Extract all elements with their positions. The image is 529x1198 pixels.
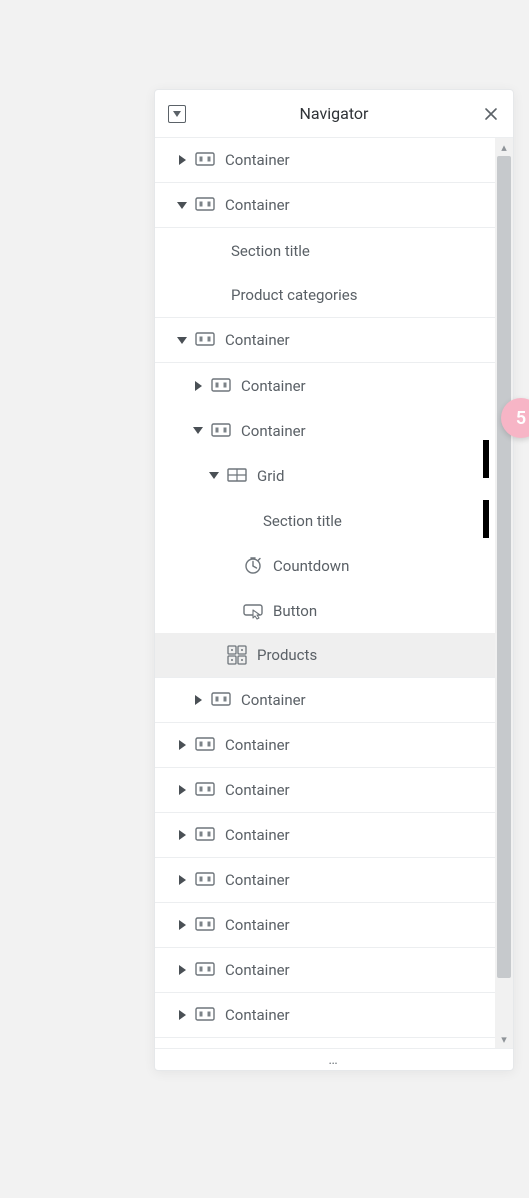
countdown-icon: [241, 556, 265, 576]
tree-row-label: Section title: [231, 242, 310, 260]
tree-row-label: Button: [273, 602, 317, 620]
tree-row[interactable]: Product categories: [155, 273, 495, 318]
scroll-up-arrow[interactable]: ▴: [495, 138, 513, 156]
tree-row-label: Container: [225, 151, 290, 169]
tree-row[interactable]: Container: [155, 903, 495, 948]
toggle-right-icon[interactable]: [173, 1010, 191, 1020]
container-icon: [193, 780, 217, 800]
toggle-down-icon[interactable]: [205, 471, 223, 480]
scroll-down-arrow[interactable]: ▾: [495, 1030, 513, 1048]
tree-row-label: Container: [241, 691, 306, 709]
tree-row[interactable]: Container: [155, 408, 495, 453]
container-icon: [193, 915, 217, 935]
tree-row-label: Product categories: [231, 286, 357, 304]
toggle-down-icon[interactable]: [173, 336, 191, 345]
tree-row-label: Container: [225, 961, 290, 979]
toggle-right-icon[interactable]: [173, 920, 191, 930]
close-button[interactable]: [469, 107, 513, 121]
close-icon: [484, 107, 498, 121]
toggle-right-icon[interactable]: [189, 381, 207, 391]
tree-row[interactable]: Countdown: [155, 543, 495, 588]
tree-row[interactable]: Section title: [155, 228, 495, 273]
navigator-header: Navigator: [155, 90, 513, 138]
tree-row-label: Products: [257, 646, 317, 664]
scroll-thumb-track[interactable]: [495, 156, 513, 1030]
scrollbar[interactable]: ▴ ▾: [495, 138, 513, 1048]
tree-row[interactable]: Grid: [155, 453, 495, 498]
edge-marker: [483, 500, 489, 538]
container-icon: [193, 1005, 217, 1025]
tree-row[interactable]: Section title: [155, 498, 495, 543]
expand-all-button[interactable]: [155, 105, 199, 123]
tree-row-label: Section title: [263, 512, 342, 530]
tree-row-label: Container: [225, 736, 290, 754]
tree-row[interactable]: Container: [155, 723, 495, 768]
tree-row-label: Container: [225, 331, 290, 349]
tree-row-label: Container: [225, 871, 290, 889]
tree-row-label: Container: [241, 377, 306, 395]
panel-title: Navigator: [199, 104, 469, 123]
tree-row[interactable]: Container: [155, 318, 495, 363]
toggle-right-icon[interactable]: [173, 965, 191, 975]
tree-row-label: Container: [225, 826, 290, 844]
toggle-down-icon[interactable]: [189, 426, 207, 435]
tree-row[interactable]: Products: [155, 633, 495, 678]
toggle-down-icon[interactable]: [173, 201, 191, 210]
tree-row[interactable]: Container: [155, 948, 495, 993]
tree-row[interactable]: Container: [155, 678, 495, 723]
container-icon: [193, 195, 217, 215]
container-icon: [193, 150, 217, 170]
edge-marker: [483, 440, 489, 478]
container-icon: [209, 690, 233, 710]
tree-row[interactable]: Container: [155, 813, 495, 858]
tree-row-label: Container: [225, 196, 290, 214]
tree-row-label: Container: [241, 422, 306, 440]
container-icon: [193, 870, 217, 890]
tree-row[interactable]: Container: [155, 183, 495, 228]
tree-row[interactable]: Container: [155, 363, 495, 408]
toggle-right-icon[interactable]: [173, 875, 191, 885]
scroll-thumb[interactable]: [497, 156, 511, 978]
products-icon: [225, 645, 249, 665]
toggle-right-icon[interactable]: [173, 155, 191, 165]
container-icon: [209, 376, 233, 396]
tree-row-label: Container: [225, 781, 290, 799]
tree-row[interactable]: Container: [155, 993, 495, 1038]
container-icon: [193, 960, 217, 980]
resize-handle[interactable]: …: [155, 1048, 513, 1070]
element-tree: Container Container Section title Product c…: [155, 138, 495, 1048]
container-icon: [209, 421, 233, 441]
resize-dots: …: [328, 1052, 339, 1068]
tree-row[interactable]: Button: [155, 588, 495, 633]
tree-row-label: Container: [225, 1006, 290, 1024]
toggle-right-icon[interactable]: [189, 695, 207, 705]
tree-row[interactable]: Container: [155, 138, 495, 183]
tree-row-label: Countdown: [273, 557, 349, 575]
container-icon: [193, 735, 217, 755]
toggle-right-icon[interactable]: [173, 785, 191, 795]
toggle-right-icon[interactable]: [173, 740, 191, 750]
navigator-panel: Navigator Container Container Section titl…: [154, 89, 514, 1071]
grid-icon: [225, 466, 249, 486]
button-icon: [241, 601, 265, 621]
tree-scroll-area: Container Container Section title Product c…: [155, 138, 513, 1048]
tree-row[interactable]: Container: [155, 768, 495, 813]
tree-row[interactable]: Container: [155, 858, 495, 903]
container-icon: [193, 330, 217, 350]
toggle-right-icon[interactable]: [173, 830, 191, 840]
container-icon: [193, 825, 217, 845]
tree-row-label: Grid: [257, 467, 284, 485]
badge-count: 5: [516, 408, 526, 429]
tree-row-label: Container: [225, 916, 290, 934]
